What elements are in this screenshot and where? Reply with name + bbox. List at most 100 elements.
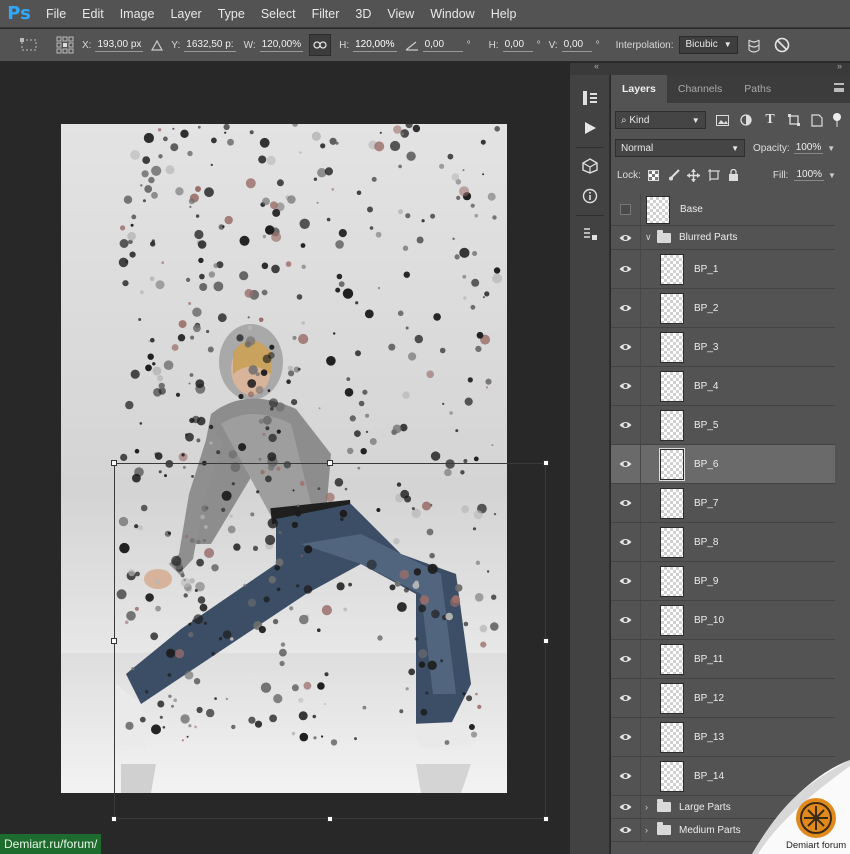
menu-file[interactable]: File — [38, 0, 74, 28]
h-field[interactable]: 120,00% — [353, 38, 397, 52]
transform-handle-bottom[interactable] — [327, 816, 333, 822]
transform-handle-left[interactable] — [111, 638, 117, 644]
layer-filter-row: ⌕ Kind ▼ T — [611, 109, 850, 131]
tab-layers[interactable]: Layers — [611, 75, 667, 103]
lock-move-icon[interactable] — [685, 166, 703, 184]
blend-mode-select[interactable]: Normal ▼ — [615, 139, 745, 157]
opacity-field[interactable]: 100% — [793, 142, 824, 154]
eye-icon[interactable] — [611, 562, 641, 600]
chevron-down-icon[interactable]: ▼ — [828, 171, 836, 180]
layer-row-bp-1[interactable]: BP_1 — [611, 250, 835, 289]
lock-all-icon[interactable] — [725, 166, 743, 184]
menu-3d[interactable]: 3D — [347, 0, 379, 28]
menu-type[interactable]: Type — [210, 0, 253, 28]
tab-paths[interactable]: Paths — [733, 75, 782, 103]
layer-row-bp-4[interactable]: BP_4 — [611, 367, 835, 406]
layer-row-base[interactable]: Base — [611, 194, 835, 226]
delta-icon[interactable] — [151, 39, 164, 51]
eye-icon[interactable] — [611, 250, 641, 288]
layer-row-bp-7[interactable]: BP_7 — [611, 484, 835, 523]
warp-mode-icon[interactable] — [746, 37, 762, 53]
vskew-field[interactable]: 0,00 — [561, 38, 592, 52]
filter-shape-icon[interactable] — [785, 111, 803, 129]
transform-handle-bottom-right[interactable] — [543, 816, 549, 822]
group-row-blurred-parts[interactable]: ∨ Blurred Parts — [611, 226, 835, 250]
menu-layer[interactable]: Layer — [162, 0, 209, 28]
interpolation-select[interactable]: Bicubic ▼ — [679, 36, 738, 54]
transform-handle-right[interactable] — [543, 638, 549, 644]
eye-icon[interactable] — [611, 484, 641, 522]
lock-artboard-icon[interactable] — [705, 166, 723, 184]
eye-icon[interactable] — [611, 523, 641, 561]
filter-smart-object-icon[interactable] — [809, 111, 827, 129]
filter-kind-select[interactable]: ⌕ Kind ▼ — [615, 111, 706, 129]
eye-icon[interactable] — [611, 406, 641, 444]
transform-handle-top-right[interactable] — [543, 460, 549, 466]
menu-edit[interactable]: Edit — [74, 0, 112, 28]
eye-icon[interactable] — [611, 289, 641, 327]
transform-handle-top-left[interactable] — [111, 460, 117, 466]
layer-row-bp-6[interactable]: BP_6 — [611, 445, 835, 484]
layer-row-bp-12[interactable]: BP_12 — [611, 679, 835, 718]
eye-icon[interactable] — [611, 601, 641, 639]
layer-row-bp-9[interactable]: BP_9 — [611, 562, 835, 601]
canvas-workspace[interactable] — [0, 63, 570, 854]
transform-handle-bottom-left[interactable] — [111, 816, 117, 822]
layer-row-bp-10[interactable]: BP_10 — [611, 601, 835, 640]
layer-row-bp-5[interactable]: BP_5 — [611, 406, 835, 445]
cancel-transform-icon[interactable] — [774, 37, 790, 53]
reference-point-icon[interactable] — [56, 36, 74, 54]
play-actions-icon[interactable] — [576, 115, 604, 141]
transform-handle-top[interactable] — [327, 460, 333, 466]
eye-icon[interactable] — [611, 367, 641, 405]
collapse-right-icon[interactable]: » — [837, 61, 842, 71]
w-field[interactable]: 120,00% — [259, 38, 304, 52]
3d-cube-icon[interactable] — [576, 153, 604, 179]
x-field[interactable]: 193,00 px — [95, 38, 144, 52]
menu-view[interactable]: View — [379, 0, 422, 28]
filter-toggle-icon[interactable] — [828, 111, 846, 129]
layer-row-bp-3[interactable]: BP_3 — [611, 328, 835, 367]
tab-channels[interactable]: Channels — [667, 75, 733, 103]
eye-icon[interactable] — [611, 328, 641, 366]
angle-field[interactable]: 0,00 — [422, 38, 463, 52]
eye-icon[interactable] — [611, 226, 641, 249]
eye-icon[interactable] — [611, 445, 641, 483]
lock-brush-icon[interactable] — [665, 166, 683, 184]
visibility-off-box[interactable] — [611, 194, 641, 225]
filter-type-icon[interactable]: T — [761, 111, 779, 129]
lock-transparent-icon[interactable] — [645, 166, 663, 184]
history-icon[interactable] — [576, 85, 604, 111]
eye-icon[interactable] — [611, 640, 641, 678]
eye-icon[interactable] — [611, 718, 641, 756]
link-icon[interactable] — [309, 34, 332, 56]
layer-row-bp-11[interactable]: BP_11 — [611, 640, 835, 679]
transform-bounding-box[interactable] — [114, 463, 546, 819]
fill-field[interactable]: 100% — [794, 169, 825, 181]
menu-image[interactable]: Image — [112, 0, 163, 28]
chevron-down-icon[interactable]: ∨ — [645, 232, 653, 243]
eye-icon[interactable] — [611, 819, 641, 841]
menu-help[interactable]: Help — [483, 0, 525, 28]
y-field[interactable]: 1632,50 p: — [184, 38, 236, 52]
transform-tool-icon[interactable] — [20, 38, 38, 52]
layer-row-bp-8[interactable]: BP_8 — [611, 523, 835, 562]
menu-select[interactable]: Select — [253, 0, 304, 28]
hskew-field[interactable]: 0,00 — [502, 38, 533, 52]
chevron-right-icon[interactable]: › — [645, 802, 653, 812]
menu-window[interactable]: Window — [422, 0, 482, 28]
eye-icon[interactable] — [611, 796, 641, 818]
layer-row-bp-2[interactable]: BP_2 — [611, 289, 835, 328]
eye-icon[interactable] — [611, 757, 641, 795]
panel-menu-icon[interactable] — [834, 83, 844, 92]
chevron-right-icon[interactable]: › — [645, 825, 653, 835]
filter-pixel-icon[interactable] — [714, 111, 732, 129]
properties-icon[interactable] — [576, 221, 604, 247]
eye-icon[interactable] — [611, 679, 641, 717]
info-icon[interactable] — [576, 183, 604, 209]
chevron-down-icon[interactable]: ▼ — [827, 144, 835, 153]
collapse-left-icon[interactable]: « — [594, 61, 599, 71]
layer-row-bp-13[interactable]: BP_13 — [611, 718, 835, 757]
filter-adjustment-icon[interactable] — [737, 111, 755, 129]
menu-filter[interactable]: Filter — [304, 0, 348, 28]
